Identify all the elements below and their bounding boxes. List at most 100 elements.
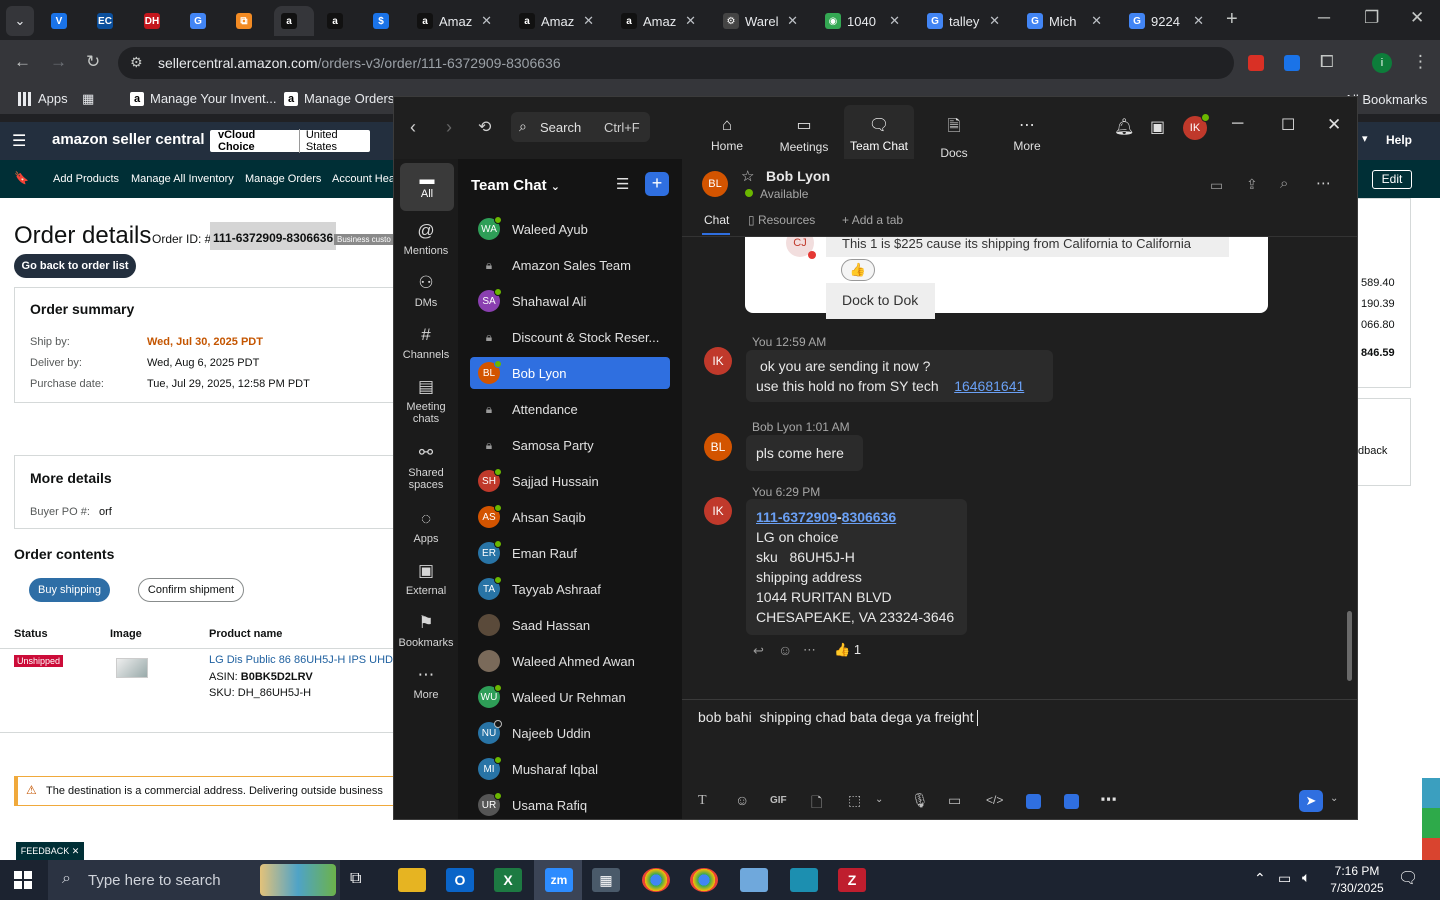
forward-icon[interactable]: → (50, 52, 67, 72)
screenshot-icon[interactable]: ⬚ (848, 792, 861, 809)
format-text-icon[interactable]: T (698, 793, 707, 809)
chat-list-item[interactable]: UR Usama Rafiq (470, 789, 670, 819)
close-icon[interactable]: ✕ (1410, 8, 1424, 28)
chat-header-avatar[interactable]: BL (702, 171, 728, 197)
chat-list-item[interactable]: WA Waleed Ayub (470, 213, 670, 245)
rail-external[interactable]: ▣ External (396, 561, 456, 597)
product-thumbnail[interactable] (116, 658, 148, 678)
chat-list-item[interactable]: AS Ahsan Saqib (470, 501, 670, 533)
new-tab-icon[interactable]: + (1226, 8, 1238, 31)
browser-tab[interactable]: EC (90, 6, 120, 36)
forward-icon[interactable]: › (446, 117, 452, 138)
video-message-icon[interactable]: ▭ (948, 792, 961, 809)
search-icon[interactable]: ⌕ (1280, 175, 1288, 192)
tab-chat[interactable]: Chat (704, 213, 729, 227)
edit-button[interactable]: Edit (1372, 170, 1412, 189)
browser-tab[interactable]: G (183, 6, 213, 36)
browser-tab[interactable]: a Amaz ✕ (512, 6, 602, 36)
back-icon[interactable]: ← (14, 52, 31, 72)
browser-tab[interactable]: ⚙ Warel ✕ (716, 6, 806, 36)
product-link[interactable]: LG Dis Public 86 86UH5J-H IPS UHD (209, 654, 393, 666)
close-icon[interactable]: ✕ (1327, 115, 1341, 135)
browser-tab[interactable]: a (274, 6, 314, 36)
message-bubble[interactable]: pls come here (746, 435, 863, 471)
puzzle-icon[interactable]: ⧠ (1320, 52, 1334, 72)
filezilla-icon[interactable]: Z (838, 868, 866, 892)
topnav-home[interactable]: ⌂ Home (699, 115, 755, 153)
tab-close-icon[interactable]: ✕ (989, 13, 1000, 29)
reply-icon[interactable]: ↩ (753, 643, 764, 659)
message-bubble[interactable]: 111-6372909-8306636 LG on choice sku 86U… (746, 499, 967, 635)
browser-tab[interactable]: V (44, 6, 74, 36)
tab-close-icon[interactable]: ✕ (685, 13, 696, 29)
volume-icon[interactable]: 🔈︎ (1302, 869, 1310, 886)
tab-add[interactable]: + Add a tab (842, 213, 903, 227)
message-avatar[interactable]: BL (704, 433, 732, 461)
feedback-tab[interactable]: FEEDBACK ✕ (16, 842, 84, 860)
star-icon[interactable]: ☆ (741, 167, 754, 185)
browser-tab[interactable]: a (320, 6, 350, 36)
chat-list-item[interactable]: NU Najeeb Uddin (470, 717, 670, 749)
file-explorer-icon[interactable] (398, 868, 426, 892)
outlook-icon[interactable]: O (446, 868, 474, 892)
file-icon[interactable]: 🗋 (811, 792, 822, 816)
kebab-menu-icon[interactable]: ⋮ (1412, 52, 1429, 72)
network-icon[interactable]: ▭ (1278, 870, 1291, 887)
start-button[interactable] (14, 871, 32, 889)
app-icon-teal[interactable] (790, 868, 818, 892)
browser-tab[interactable]: a Amaz ✕ (614, 6, 704, 36)
rail-all[interactable]: ▬ All (400, 163, 454, 211)
user-avatar[interactable]: IK (1183, 113, 1210, 140)
url-field[interactable]: ⚙ sellercentral.amazon.com/orders-v3/ord… (118, 47, 1234, 79)
more-dots-icon[interactable]: ⋯ (803, 642, 816, 658)
minimize-icon[interactable]: ─ (1232, 115, 1243, 133)
chat-list-item[interactable]: BL Bob Lyon (470, 357, 670, 389)
rail-bookmarks[interactable]: ⚑ Bookmarks (396, 613, 456, 649)
video-call-icon[interactable]: ▭ (1210, 177, 1223, 194)
app-icon-blue[interactable] (740, 868, 768, 892)
task-view-icon[interactable]: ⧉ (350, 870, 361, 888)
confirm-shipment-button[interactable]: Confirm shipment (138, 578, 244, 602)
history-icon[interactable]: ⟲ (478, 117, 491, 137)
hamburger-icon[interactable]: ☰ (12, 131, 26, 151)
rail-meeting-chats[interactable]: ▤ Meeting chats (396, 377, 456, 425)
message-composer[interactable]: bob bahi shipping chad bata dega ya frei… (698, 709, 1338, 783)
minimize-icon[interactable]: ─ (1318, 8, 1330, 28)
code-icon[interactable]: </> (986, 793, 1003, 807)
rail-apps[interactable]: ◌ Apps (396, 509, 456, 545)
tab-close-icon[interactable]: ✕ (1193, 13, 1204, 29)
rail-shared-spaces[interactable]: ⚯ Shared spaces (396, 443, 456, 491)
taskbar-search[interactable]: ⌕ Type here to search (48, 860, 340, 900)
emoji-react-icon[interactable]: ☺ (778, 642, 792, 658)
zoom-icon[interactable]: zm (545, 868, 573, 892)
chrome-profile-icon[interactable] (690, 868, 718, 892)
caret-icon[interactable]: ▾ (1362, 132, 1368, 145)
reaction-chip[interactable]: 👍 1 (834, 642, 861, 658)
bookmark-manage-orders[interactable]: a Manage Orders (284, 91, 394, 106)
browser-tab[interactable]: $ (366, 6, 396, 36)
tab-search-button[interactable]: ⌄ (6, 6, 34, 36)
search-box[interactable]: ⌕ Search Ctrl+F (511, 112, 650, 142)
chat-list-item[interactable]: 🔒︎ Attendance (470, 393, 670, 425)
new-chat-button[interactable]: + (645, 172, 669, 196)
tab-close-icon[interactable]: ✕ (583, 13, 594, 29)
bookmark-apps[interactable]: Apps (18, 91, 68, 106)
nav-manage-inventory[interactable]: Manage All Inventory (131, 173, 234, 185)
browser-tab[interactable]: G 9224 ✕ (1122, 6, 1212, 36)
filter-icon[interactable]: ☰ (616, 175, 629, 193)
apps-grid-icon[interactable]: ▦ (82, 91, 94, 107)
help-link[interactable]: Help (1386, 133, 1412, 147)
chrome-icon[interactable] (642, 868, 670, 892)
excel-icon[interactable]: X (494, 868, 522, 892)
more-dots-icon[interactable]: ⋯ (1100, 790, 1117, 810)
notifications-icon[interactable]: 🗨︎ (1398, 868, 1418, 888)
message-link[interactable]: 164681641 (954, 378, 1024, 394)
chat-list-item[interactable]: TA Tayyab Ashraaf (470, 573, 670, 605)
chat-list-item[interactable]: Waleed Ahmed Awan (470, 645, 670, 677)
chat-list-item[interactable]: ER Eman Rauf (470, 537, 670, 569)
buy-shipping-button[interactable]: Buy shipping (29, 578, 110, 602)
tab-close-icon[interactable]: ✕ (787, 13, 798, 29)
message-link[interactable]: 111-6372909 (756, 509, 837, 525)
rail-channels[interactable]: # Channels (396, 325, 456, 361)
nav-account-health[interactable]: Account Heal (332, 173, 397, 185)
